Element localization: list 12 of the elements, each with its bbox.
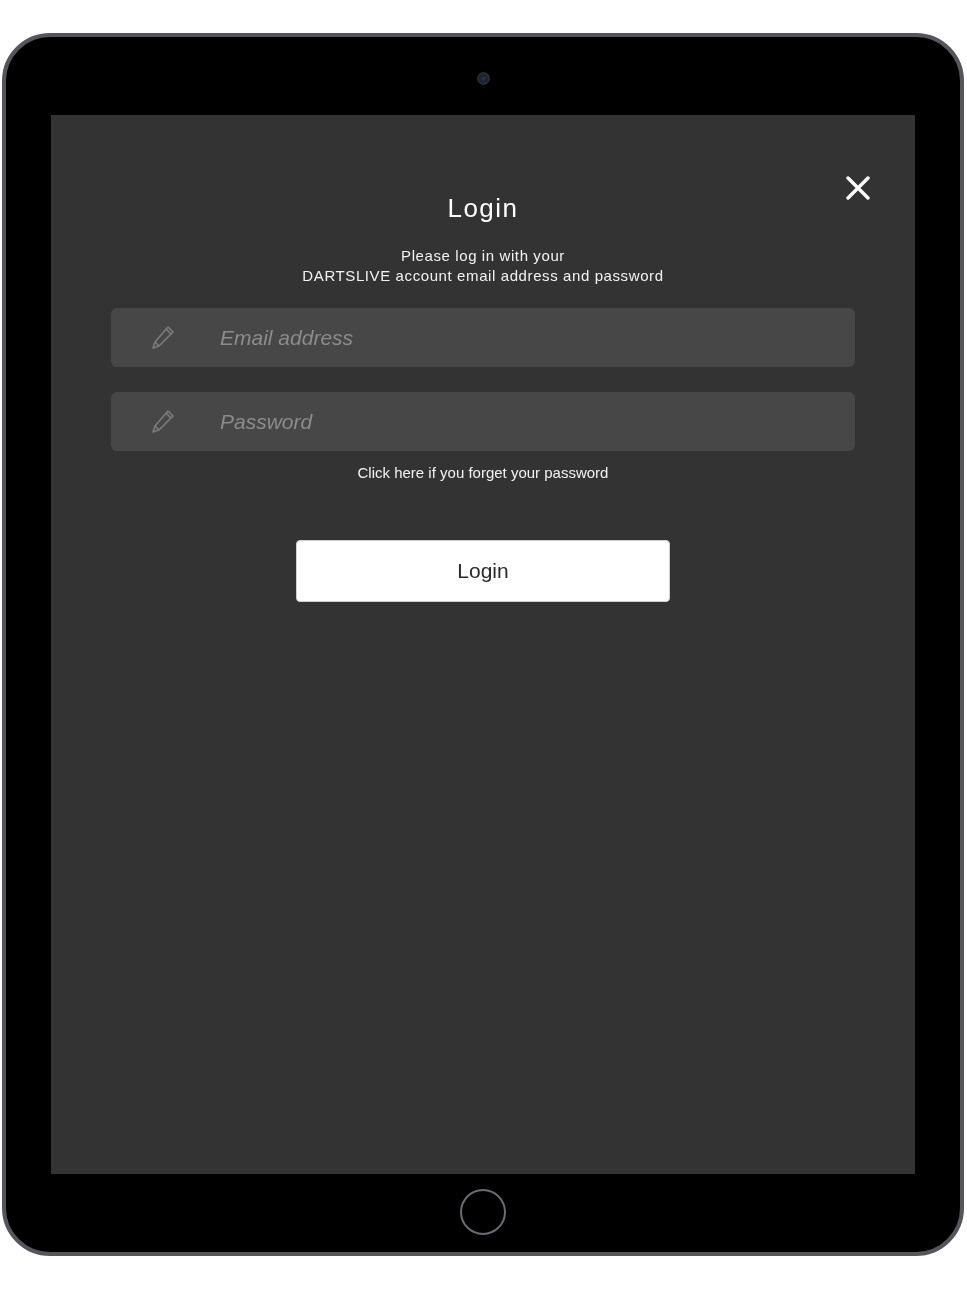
pencil-icon xyxy=(151,325,175,350)
close-icon xyxy=(846,176,870,200)
email-field[interactable]: Email address xyxy=(111,308,855,367)
close-button[interactable] xyxy=(845,175,871,201)
login-button[interactable]: Login xyxy=(296,540,670,602)
dialog-title: Login xyxy=(447,193,519,223)
forgot-password-link[interactable]: Click here if you forget your password xyxy=(357,463,609,483)
home-button-icon xyxy=(460,1189,506,1235)
camera-lens-icon xyxy=(476,71,490,85)
pencil-icon xyxy=(151,409,175,434)
password-field[interactable]: Password xyxy=(111,392,855,451)
instructions-text: Please log in with your DARTSLIVE account email address and password xyxy=(302,246,664,286)
